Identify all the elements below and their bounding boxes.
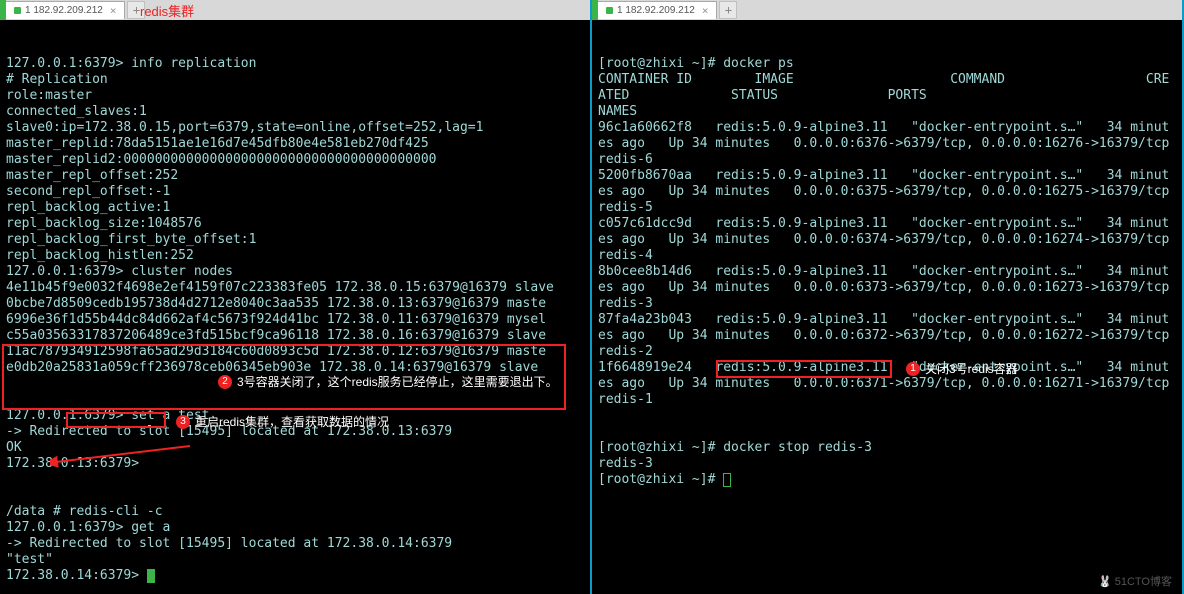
- close-icon[interactable]: ×: [110, 4, 117, 17]
- terminal-line: /data # redis-cli -c: [6, 504, 584, 520]
- terminal-line: 127.0.0.1:6379> info replication: [6, 56, 584, 72]
- tab-bar-right: 1 182.92.209.212 × +: [592, 0, 1182, 20]
- terminal-line: 172.38.0.13:6379>: [6, 456, 584, 472]
- anno-num-2: 2: [218, 375, 232, 389]
- terminal-line: master_replid:78da5151ae1e16d7e45dfb80e4…: [6, 136, 584, 152]
- terminal-line: 1f6648919e24 redis:5.0.9-alpine3.11 "doc…: [598, 360, 1176, 408]
- terminal-line: 11ac787934912598fa65ad29d3184c60d0893c5d…: [6, 344, 584, 360]
- terminal-line: repl_backlog_first_byte_offset:1: [6, 232, 584, 248]
- terminal-line: 8b0cee8b14d6 redis:5.0.9-alpine3.11 "doc…: [598, 264, 1176, 312]
- tab-bar-left: 1 182.92.209.212 × +: [0, 0, 590, 20]
- terminal-line: redis-3: [598, 456, 1176, 472]
- annotation-2: 2 3号容器关闭了，这个redis服务已经停止，这里需要退出下。: [218, 374, 558, 390]
- tab-session-right[interactable]: 1 182.92.209.212 ×: [598, 1, 717, 19]
- terminal-line: 87fa4a23b043 redis:5.0.9-alpine3.11 "doc…: [598, 312, 1176, 360]
- terminal-line: repl_backlog_size:1048576: [6, 216, 584, 232]
- terminal-line: connected_slaves:1: [6, 104, 584, 120]
- terminal-line: repl_backlog_histlen:252: [6, 248, 584, 264]
- terminal-line: # Replication: [6, 72, 584, 88]
- terminal-line: 6996e36f1d55b44dc84d662af4c5673f924d41bc…: [6, 312, 584, 328]
- watermark: 🐰 51CTO博客: [1098, 574, 1172, 590]
- terminal-line: [root@zhixi ~]# docker stop redis-3: [598, 440, 1176, 456]
- terminal-line: 4e11b45f9e0032f4698e2ef4159f07c223383fe0…: [6, 280, 584, 296]
- plus-icon: +: [133, 3, 140, 17]
- tab-add-button[interactable]: +: [719, 1, 737, 19]
- cursor-icon: [723, 473, 731, 487]
- terminal-right[interactable]: [root@zhixi ~]# docker psCONTAINER ID IM…: [592, 20, 1182, 594]
- anno-text-2: 3号容器关闭了，这个redis服务已经停止，这里需要退出下。: [237, 374, 558, 390]
- terminal-line: -> Redirected to slot [15495] located at…: [6, 536, 584, 552]
- terminal-line: role:master: [6, 88, 584, 104]
- terminal-line: c55a03563317837206489ce3fd515bcf9ca96118…: [6, 328, 584, 344]
- terminal-line: e0db20a25831a059cff236978ceb06345eb903e …: [6, 360, 584, 376]
- terminal-line: c057c61dcc9d redis:5.0.9-alpine3.11 "doc…: [598, 216, 1176, 264]
- terminal-line: [root@zhixi ~]#: [598, 472, 1176, 488]
- cursor-icon: [147, 569, 155, 583]
- terminal-line: repl_backlog_active:1: [6, 200, 584, 216]
- close-icon[interactable]: ×: [702, 4, 709, 17]
- status-dot-icon: [14, 7, 21, 14]
- terminal-line: 127.0.0.1:6379> cluster nodes: [6, 264, 584, 280]
- terminal-line: 127.0.0.1:6379> get a: [6, 520, 584, 536]
- terminal-line: slave0:ip=172.38.0.15,port=6379,state=on…: [6, 120, 584, 136]
- terminal-line: CONTAINER ID IMAGE COMMAND CREATED STATU…: [598, 72, 1176, 120]
- tab-session-left[interactable]: 1 182.92.209.212 ×: [6, 1, 125, 19]
- tab-title: 1 182.92.209.212: [25, 5, 103, 16]
- terminal-line: "test": [6, 552, 584, 568]
- pane-left: 1 182.92.209.212 × + 127.0.0.1:6379> inf…: [0, 0, 592, 594]
- terminal-line: master_replid2:0000000000000000000000000…: [6, 152, 584, 168]
- terminal-line: [root@zhixi ~]# docker ps: [598, 56, 1176, 72]
- terminal-line: 5200fb8670aa redis:5.0.9-alpine3.11 "doc…: [598, 168, 1176, 216]
- header-annotation: redis集群: [140, 1, 194, 20]
- pane-right: 1 182.92.209.212 × + [root@zhixi ~]# doc…: [592, 0, 1184, 594]
- terminal-line: master_repl_offset:252: [6, 168, 584, 184]
- status-dot-icon: [606, 7, 613, 14]
- terminal-left[interactable]: 127.0.0.1:6379> info replication# Replic…: [0, 20, 590, 594]
- terminal-line: 127.0.0.1:6379> set a test: [6, 408, 584, 424]
- terminal-line: second_repl_offset:-1: [6, 184, 584, 200]
- plus-icon: +: [725, 3, 732, 17]
- terminal-line: 172.38.0.14:6379>: [6, 568, 584, 584]
- terminal-line: -> Redirected to slot [15495] located at…: [6, 424, 584, 440]
- terminal-line: 96c1a60662f8 redis:5.0.9-alpine3.11 "doc…: [598, 120, 1176, 168]
- tab-title: 1 182.92.209.212: [617, 5, 695, 16]
- terminal-line: OK: [6, 440, 584, 456]
- terminal-line: 0bcbe7d8509cedb195738d4d2712e8040c3aa535…: [6, 296, 584, 312]
